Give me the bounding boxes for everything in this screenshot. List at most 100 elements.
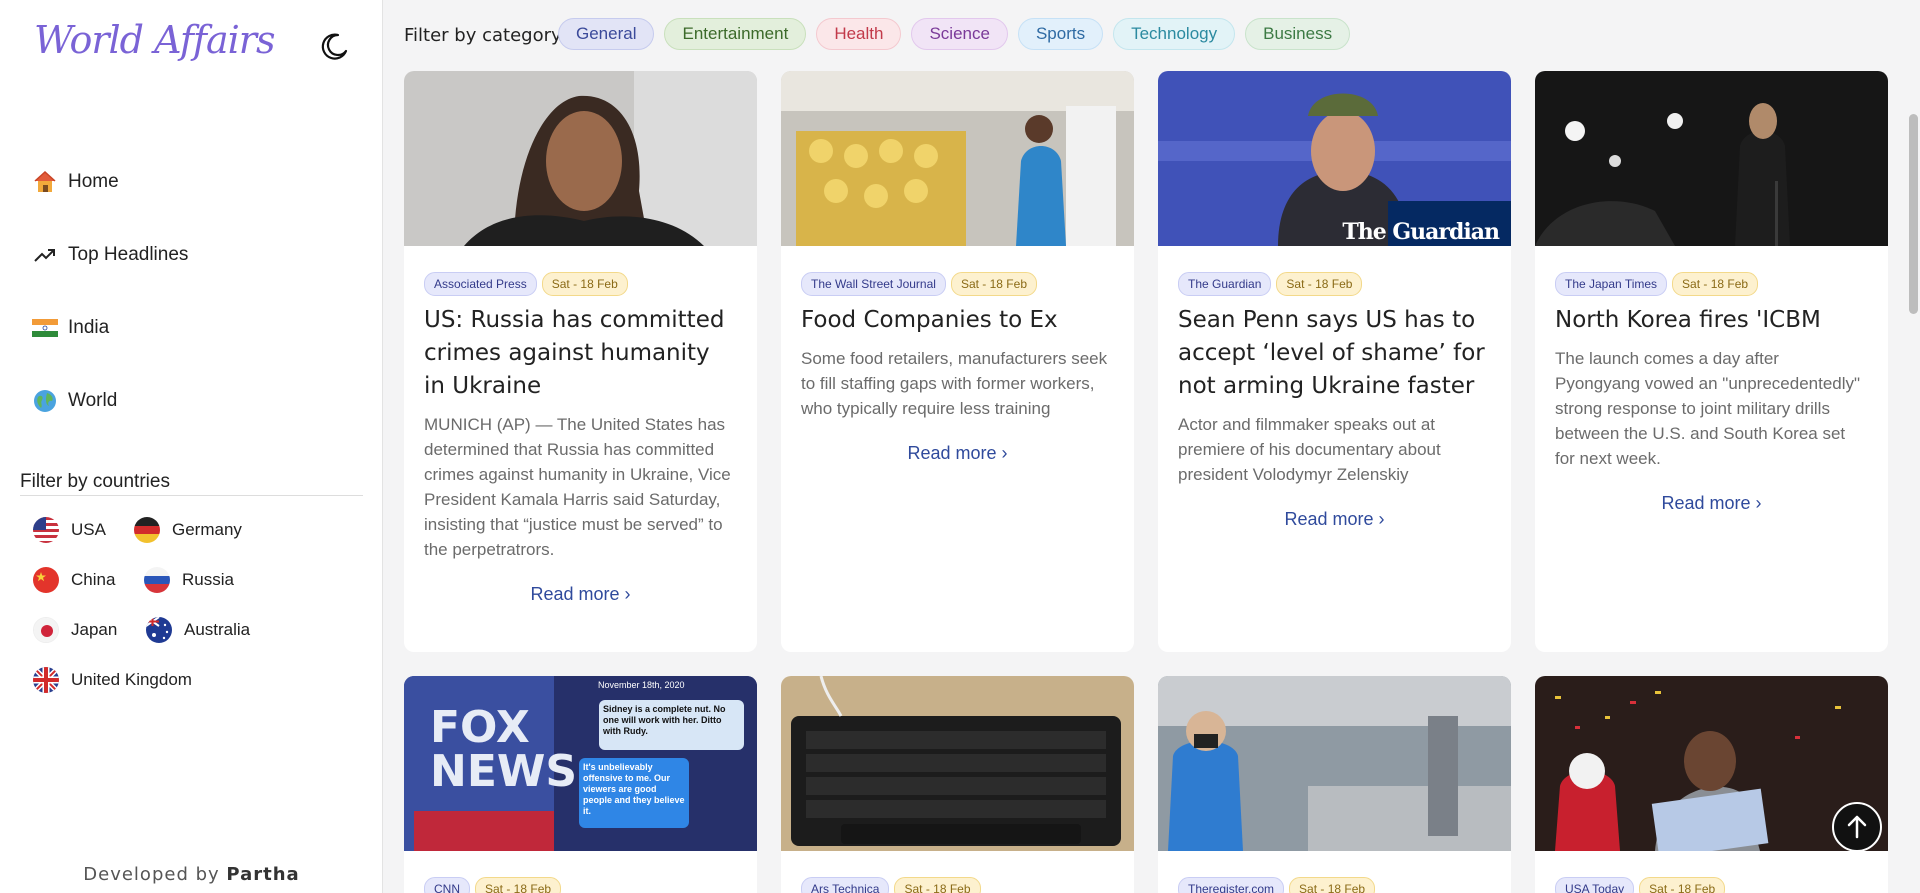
sidebar: World Affairs Home Top Headlines India W…: [0, 0, 383, 893]
article-image[interactable]: [1535, 71, 1888, 246]
read-more-label: Read more: [1661, 493, 1751, 513]
source-badge: Ars Technica: [801, 877, 890, 893]
nav-label: Top Headlines: [68, 243, 189, 265]
date-badge: Sat - 18 Feb: [541, 272, 628, 296]
arrow-up-icon: [1847, 815, 1867, 839]
news-card[interactable]: The Wall Street Journal Sat - 18 Feb Foo…: [781, 71, 1134, 652]
brand-logo[interactable]: World Affairs: [34, 18, 275, 62]
article-meta: The Guardian Sat - 18 Feb: [1178, 272, 1511, 296]
read-more-link[interactable]: Read more ›: [1535, 493, 1888, 514]
nav-item-top-headlines[interactable]: Top Headlines: [32, 218, 188, 291]
country-label: Japan: [71, 620, 118, 639]
article-description: MUNICH (AP) — The United States has dete…: [424, 415, 731, 559]
chevron-right-icon: ›: [1755, 493, 1762, 513]
category-chip-general[interactable]: General: [558, 18, 655, 50]
divider: [20, 495, 363, 496]
article-title[interactable]: US: Russia has committed crimes against …: [424, 304, 737, 403]
category-chips: General Entertainment Health Science Sports T…: [558, 18, 1351, 50]
india-flag-icon: [32, 315, 58, 341]
nav-label: Home: [68, 170, 119, 192]
trending-up-icon: [32, 242, 58, 268]
nav-item-world[interactable]: World: [32, 364, 188, 437]
read-more-link[interactable]: Read more ›: [404, 584, 757, 605]
date-badge: Sat - 18 Feb: [1639, 877, 1726, 893]
category-chip-technology[interactable]: Technology: [1113, 18, 1236, 50]
article-image[interactable]: [1158, 676, 1511, 851]
nav-label: World: [68, 389, 118, 411]
article-meta: CNN Sat - 18 Feb: [424, 877, 757, 893]
date-badge: Sat - 18 Feb: [1276, 272, 1363, 296]
guardian-logo-overlay: The Guardian: [1342, 219, 1500, 245]
main-content: Filter by category General Entertainment H…: [384, 0, 1920, 893]
article-title[interactable]: Sean Penn says US has to accept ‘level o…: [1178, 304, 1491, 403]
article-title[interactable]: Food Companies to Ex: [801, 304, 1114, 337]
country-japan[interactable]: Japan: [33, 617, 117, 643]
article-meta: The Japan Times Sat - 18 Feb: [1555, 272, 1888, 296]
read-more-link[interactable]: Read more ›: [1158, 509, 1511, 530]
source-badge: The Japan Times: [1555, 272, 1668, 296]
read-more-link[interactable]: Read more ›: [781, 443, 1134, 464]
scrollbar[interactable]: [1906, 0, 1920, 893]
country-label: China: [71, 570, 116, 589]
source-badge: USA Today: [1555, 877, 1635, 893]
article-image[interactable]: [404, 71, 757, 246]
country-usa[interactable]: USA: [33, 517, 106, 543]
news-card[interactable]: USA Today Sat - 18 Feb: [1535, 676, 1888, 893]
country-germany[interactable]: Germany: [134, 517, 242, 543]
category-chip-health[interactable]: Health: [816, 18, 902, 50]
image-caption-date: November 18th, 2020: [598, 680, 685, 690]
nav-item-india[interactable]: India: [32, 291, 188, 364]
developer-name[interactable]: Partha: [226, 864, 299, 885]
news-card[interactable]: Associated Press Sat - 18 Feb US: Russia…: [404, 71, 757, 652]
article-meta: Ars Technica Sat - 18 Feb: [801, 877, 1134, 893]
dark-mode-moon-icon[interactable]: [318, 30, 350, 62]
country-russia[interactable]: Russia: [144, 567, 234, 593]
date-badge: Sat - 18 Feb: [894, 877, 981, 893]
country-label: Germany: [172, 520, 242, 539]
article-image[interactable]: [781, 676, 1134, 851]
globe-icon: [32, 388, 58, 414]
news-card[interactable]: Theregister.com Sat - 18 Feb: [1158, 676, 1511, 893]
article-meta: The Wall Street Journal Sat - 18 Feb: [801, 272, 1134, 296]
australia-flag-icon: [146, 617, 172, 643]
country-australia[interactable]: Australia: [146, 617, 250, 643]
source-badge: The Wall Street Journal: [801, 272, 946, 296]
article-description: The launch comes a day after Pyongyang v…: [1555, 349, 1861, 468]
article-title[interactable]: North Korea fires 'ICBM: [1555, 304, 1868, 337]
scroll-to-top-button[interactable]: [1832, 802, 1882, 852]
chevron-right-icon: ›: [624, 584, 631, 604]
article-description: Some food retailers, manufacturers seek …: [801, 349, 1108, 418]
category-chip-business[interactable]: Business: [1245, 18, 1351, 50]
article-meta: Theregister.com Sat - 18 Feb: [1178, 877, 1511, 893]
country-label: United Kingdom: [71, 670, 192, 689]
source-badge: Associated Press: [424, 272, 537, 296]
japan-flag-icon: [33, 617, 59, 643]
scrollbar-thumb[interactable]: [1909, 114, 1918, 314]
germany-flag-icon: [134, 517, 160, 543]
article-image[interactable]: The Guardian: [1158, 71, 1511, 246]
image-caption-quote: Sidney is a complete nut. No one will wo…: [603, 704, 726, 736]
developer-credit: Developed by Partha: [0, 864, 383, 885]
category-chip-sports[interactable]: Sports: [1017, 18, 1104, 50]
news-card[interactable]: The Guardian The Guardian Sat - 18 Feb S…: [1158, 71, 1511, 652]
article-image[interactable]: November 18th, 2020 Sidney is a complete…: [404, 676, 757, 851]
category-chip-entertainment[interactable]: Entertainment: [664, 18, 807, 50]
country-china[interactable]: China: [33, 567, 115, 593]
article-description: Actor and filmmaker speaks out at premie…: [1178, 415, 1441, 484]
source-badge: Theregister.com: [1178, 877, 1285, 893]
news-card[interactable]: November 18th, 2020 Sidney is a complete…: [404, 676, 757, 893]
read-more-label: Read more: [907, 443, 997, 463]
article-meta: USA Today Sat - 18 Feb: [1555, 877, 1888, 893]
nav-item-home[interactable]: Home: [32, 145, 188, 218]
news-card[interactable]: Ars Technica Sat - 18 Feb: [781, 676, 1134, 893]
source-badge: CNN: [424, 877, 470, 893]
usa-flag-icon: [33, 517, 59, 543]
news-card[interactable]: The Japan Times Sat - 18 Feb North Korea…: [1535, 71, 1888, 652]
fox-news-logo: FOX NEWS: [430, 702, 578, 797]
category-chip-science[interactable]: Science: [911, 18, 1008, 50]
china-flag-icon: [33, 567, 59, 593]
country-label: Australia: [184, 620, 251, 639]
date-badge: Sat - 18 Feb: [1289, 877, 1376, 893]
country-united-kingdom[interactable]: United Kingdom: [33, 667, 192, 693]
article-image[interactable]: [781, 71, 1134, 246]
